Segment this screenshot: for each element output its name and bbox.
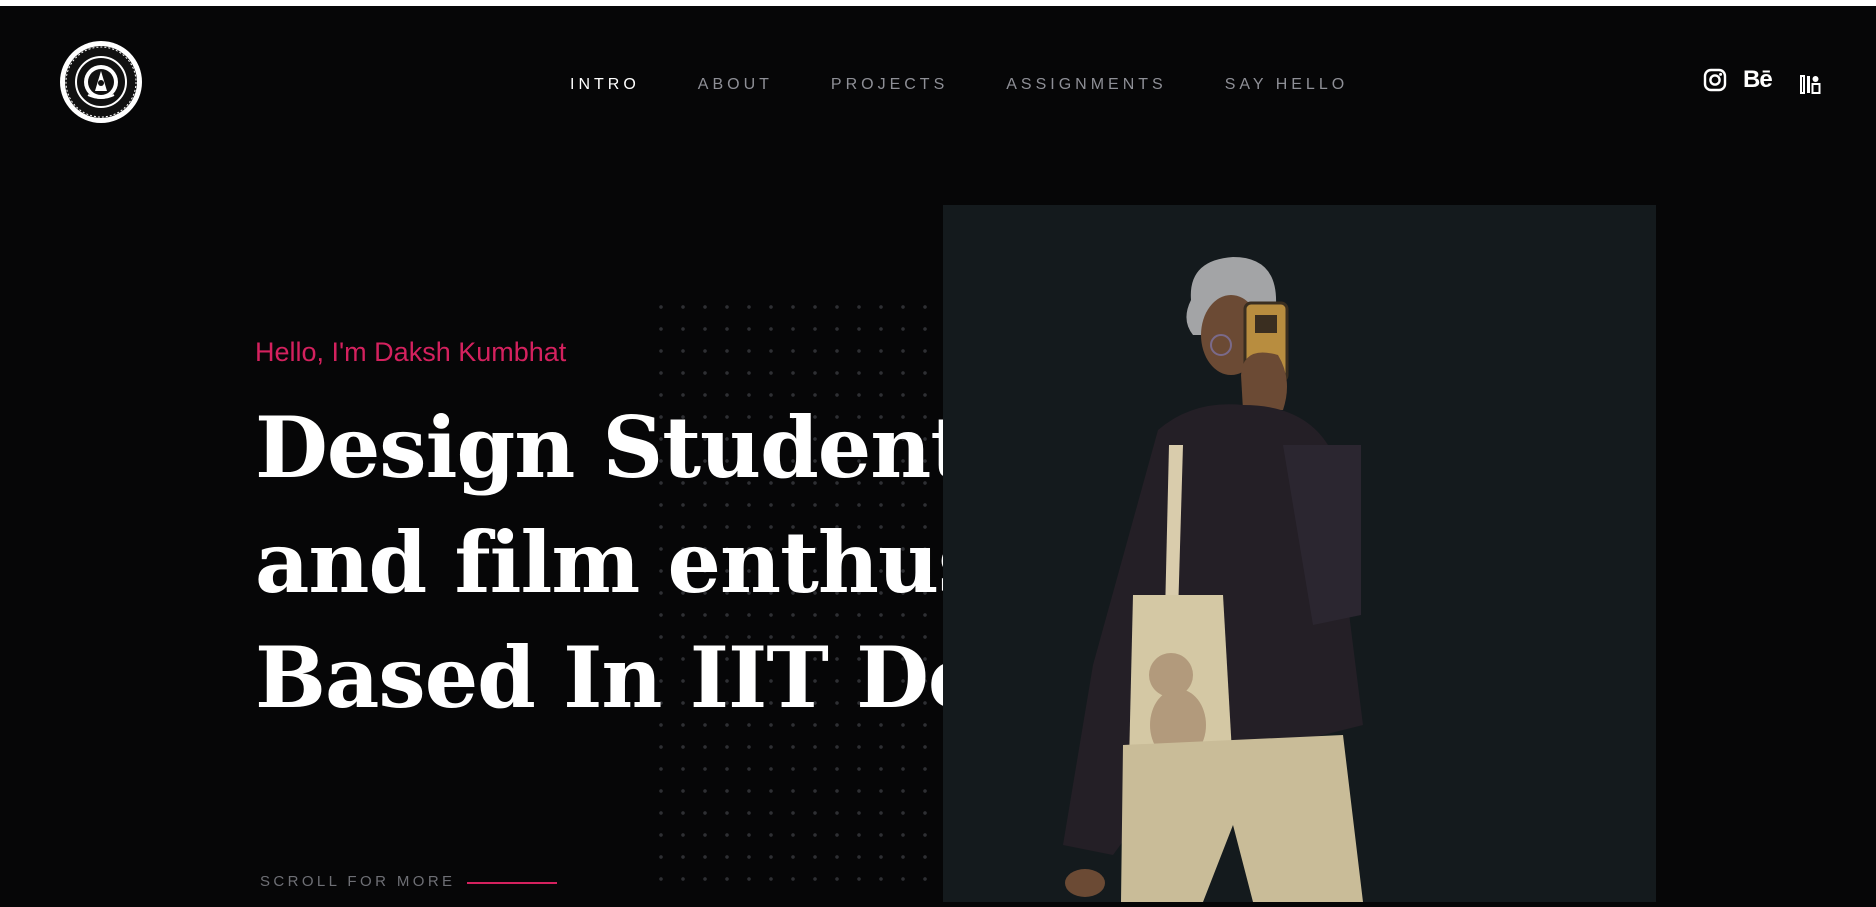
main-nav: INTRO ABOUT PROJECTS ASSIGNMENTS SAY HEL… xyxy=(570,76,1406,94)
portrait-photo xyxy=(943,205,1656,902)
iit-emblem-logo[interactable] xyxy=(58,39,144,125)
headline-line-3: Based In IIT Delhi xyxy=(255,628,943,727)
portrait-illustration xyxy=(1063,257,1363,902)
nav-say-hello[interactable]: SAY HELLO xyxy=(1225,76,1348,94)
nav-projects[interactable]: PROJECTS xyxy=(831,76,948,94)
hero-greeting: Hello, I'm Daksh Kumbhat xyxy=(255,337,567,367)
nav-about[interactable]: ABOUT xyxy=(698,76,773,94)
issuu-icon[interactable] xyxy=(1800,72,1822,94)
hero-headline: Design Student and film enthusiast Based… xyxy=(255,390,943,730)
behance-icon[interactable]: Bē xyxy=(1743,66,1773,94)
site-header: INTRO ABOUT PROJECTS ASSIGNMENTS SAY HEL… xyxy=(0,6,1876,156)
scroll-accent-line xyxy=(467,882,557,884)
nav-assignments[interactable]: ASSIGNMENTS xyxy=(1006,76,1166,94)
instagram-icon[interactable] xyxy=(1703,68,1727,92)
headline-line-2: and film enthusiast xyxy=(255,513,943,612)
scroll-for-more-link[interactable]: SCROLL FOR MORE xyxy=(260,873,455,890)
nav-intro[interactable]: INTRO xyxy=(570,76,640,94)
headline-line-1: Design Student xyxy=(255,398,943,497)
